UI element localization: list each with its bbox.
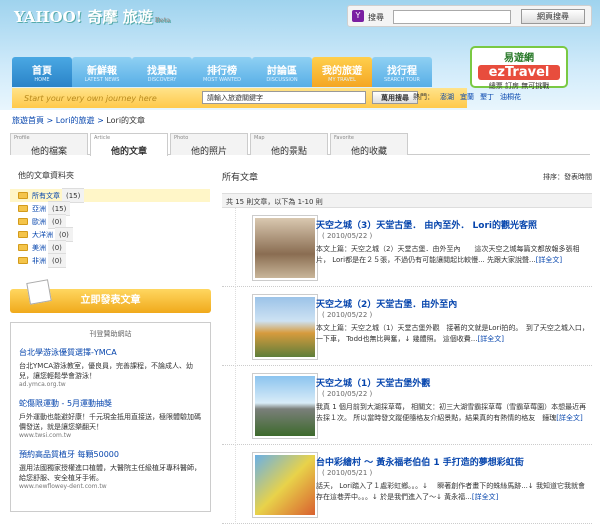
article-item: 天空之城（1）天堂古堡外觀 ( 2010/05/22 ) 我真 1 個月前到大湖… [222, 366, 592, 445]
read-more-link[interactable]: [詳全文] [556, 414, 582, 422]
article-date: ( 2010/05/21 ) [322, 469, 373, 477]
article-item: 天空之城（3）天堂古堡． 由內至外． Lori的觀光客照 ( 2010/05/2… [222, 208, 592, 287]
folder-item[interactable]: 歐洲 (0) [10, 214, 210, 229]
folder-icon [18, 218, 28, 225]
journey-search-input[interactable]: 請輸入旅遊關鍵字 [202, 91, 366, 104]
tab-map[interactable]: Map 他的景點 [250, 133, 328, 157]
folder-icon [18, 231, 28, 238]
yahoo-y-icon: Y [352, 10, 364, 22]
folder-icon [18, 192, 28, 199]
nav-discovery[interactable]: 找景點 DISCOVERY [132, 57, 192, 87]
header: YAHOO! 奇摩 旅遊 Beta Y 搜尋 網頁搜尋 首頁 HOME 新鮮報 LAT… [0, 0, 600, 110]
folder-panel: 他的文章資料夾 所有文章 (15) 亞洲 (15) 歐洲 (0) 大洋洲 (0) 美洲(… [10, 170, 210, 268]
hot-link[interactable]: 澎湖 [440, 92, 454, 102]
read-more-link[interactable]: [詳全文] [536, 256, 562, 264]
article-title[interactable]: 天空之城（2）天堂古堡．由外至內 [316, 297, 457, 310]
folder-icon [18, 257, 28, 264]
tab-article[interactable]: Article 他的文章 [90, 133, 168, 157]
pencil-paper-icon [26, 279, 52, 305]
journey-search-button[interactable]: 萬用搜尋 [372, 91, 418, 104]
hot-keywords: 熱門： 澎湖 宜蘭 墾丁 油桐花 [413, 92, 521, 102]
ads-title: 刊登贊助網站 [89, 330, 132, 338]
folder-item[interactable]: 所有文章 (15) [10, 188, 210, 203]
article-thumbnail[interactable] [253, 216, 317, 280]
nav-latest-news[interactable]: 新鮮報 LATEST NEWS [72, 57, 132, 87]
breadcrumb-user[interactable]: Lori的旅遊 [56, 116, 95, 125]
nav-most-wanted[interactable]: 排行榜 MOST WANTED [192, 57, 252, 87]
article-date: ( 2010/05/22 ) [322, 232, 373, 240]
article-excerpt: 我真 1 個月前到大湖採草莓， 相關文：初三大湖雪霸採草莓（雪霸草莓園）本想最近… [316, 403, 587, 422]
article-title[interactable]: 台中彩繪村 ～ 黃永福老伯伯 1 手打造的夢想彩虹街 [316, 455, 524, 468]
sponsor-ads: 刊登贊助網站 台北學游泳優質選擇-YMCA 台北YMCA游泳教室，優良員，完善課… [10, 322, 211, 512]
ad-item: 預約高品質植牙 每顆50000 選用法國獨家授權進口植體，大醫院主任級植牙專科醫… [19, 450, 201, 490]
article-title[interactable]: 天空之城（3）天堂古堡． 由內至外． Lori的觀光客照 [316, 218, 537, 231]
folder-icon [18, 244, 28, 251]
ad-item: 台北學游泳優質選擇-YMCA 台北YMCA游泳教室，優良員，完善課程，不論成人、… [19, 348, 193, 388]
main-nav: 首頁 HOME 新鮮報 LATEST NEWS 找景點 DISCOVERY 排行榜 MO… [12, 57, 432, 87]
journey-bar: Start your very own journey here 請輸入旅遊關鍵… [12, 88, 467, 108]
article-list-title: 所有文章 [222, 173, 259, 183]
sort-selector[interactable]: 排序：發表時間 [543, 172, 592, 182]
eztravel-ad[interactable]: 易遊網 ezTravel 總票 訂房 無可挑戰 [470, 46, 568, 90]
article-excerpt: 本文上篇：天空之城（2）天堂古堡．由外至內 這次天空之城每篇文都放報多張相片， … [316, 245, 580, 264]
article-thumbnail[interactable] [253, 374, 317, 438]
search-input[interactable] [393, 10, 511, 24]
read-more-link[interactable]: [詳全文] [472, 493, 498, 501]
breadcrumb: 旅遊首頁 > Lori的旅遊 > Lori的文章 [12, 116, 146, 125]
folder-title: 他的文章資料夾 [18, 171, 74, 180]
article-excerpt: 話天， Lori踏入了１處彩虹鄉。。。↓ 瞬著創作者畫下的蛛絲馬跡...↓ 我知… [316, 482, 585, 501]
nav-home[interactable]: 首頁 HOME [12, 57, 72, 87]
tab-photo[interactable]: Photo 他的照片 [170, 133, 248, 157]
nav-discussion[interactable]: 討論區 DISCUSSION [252, 57, 312, 87]
article-date: ( 2010/05/22 ) [322, 311, 373, 319]
article-list: 所有文章 排序：發表時間 共 15 則文章，以下為 1-10 則 天空之城（3）… [222, 170, 592, 524]
journey-slogan: Start your very own journey here [24, 94, 157, 103]
folder-item[interactable]: 非洲 (0) [10, 253, 210, 268]
article-item: 台中彩繪村 ～ 黃永福老伯伯 1 手打造的夢想彩虹街 ( 2010/05/21 … [222, 445, 592, 524]
folder-icon [18, 205, 28, 212]
hot-link[interactable]: 油桐花 [500, 92, 521, 102]
folder-item[interactable]: 亞洲 (15) [10, 201, 210, 216]
profile-tabs: Profile 他的檔案 Article 他的文章 Photo 他的照片 Map 他的景… [10, 133, 590, 157]
hot-link[interactable]: 宜蘭 [460, 92, 474, 102]
tab-favorite[interactable]: Favorite 他的收藏 [330, 133, 408, 157]
web-search-button[interactable]: 網頁搜尋 [521, 9, 585, 24]
nav-my-travel[interactable]: 我的旅遊 MY TRAVEL [312, 57, 372, 87]
ad-item: 蛇傷限運動 - 5月運動抽獎 戶外運動也能避好康！千元現金抵用直接送，極限體驗加… [19, 399, 201, 439]
article-thumbnail[interactable] [253, 453, 317, 517]
article-title[interactable]: 天空之城（1）天堂古堡外觀 [316, 376, 430, 389]
article-thumbnail[interactable] [253, 295, 317, 359]
hot-link[interactable]: 墾丁 [480, 92, 494, 102]
breadcrumb-current: Lori的文章 [106, 116, 146, 125]
nav-search-tour[interactable]: 找行程 SEARCH TOUR [372, 57, 432, 87]
folder-item[interactable]: 大洋洲 (0) [10, 227, 210, 242]
article-excerpt: 本文上篇：天空之城（1）天堂古堡外觀 接著的文就是Lori拍的。 到了天空之城入… [316, 324, 589, 343]
read-more-link[interactable]: [詳全文] [477, 335, 503, 343]
top-search: Y 搜尋 網頁搜尋 [347, 5, 592, 27]
search-label: 搜尋 [368, 13, 384, 22]
breadcrumb-home[interactable]: 旅遊首頁 [12, 116, 44, 125]
folder-item[interactable]: 美洲 (0) [10, 240, 210, 255]
tab-profile[interactable]: Profile 他的檔案 [10, 133, 88, 157]
article-item: 天空之城（2）天堂古堡．由外至內 ( 2010/05/22 ) 本文上篇：天空之… [222, 287, 592, 366]
article-count: 共 15 則文章，以下為 1-10 則 [222, 193, 592, 208]
post-article-button[interactable]: 立即發表文章 [10, 279, 211, 313]
yahoo-travel-logo[interactable]: YAHOO! 奇摩 旅遊 Beta [14, 6, 170, 27]
article-date: ( 2010/05/22 ) [322, 390, 373, 398]
